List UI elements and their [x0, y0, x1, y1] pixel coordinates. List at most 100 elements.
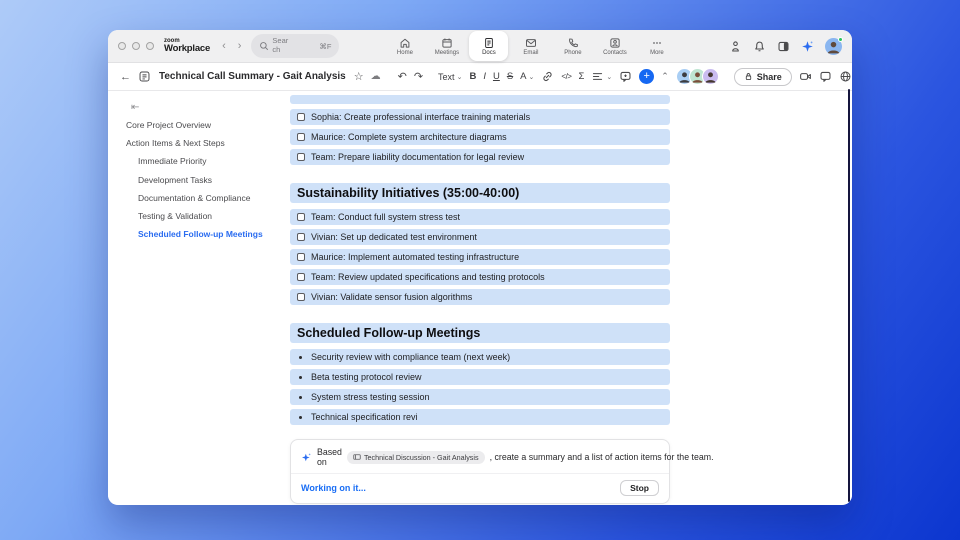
docs-home-icon[interactable] — [138, 70, 151, 83]
sidebar-item[interactable]: Testing & Validation — [126, 211, 288, 221]
italic-button[interactable]: I — [483, 71, 486, 82]
bullet-item[interactable]: System stress testing session — [290, 389, 670, 405]
content-area: ⇤ Core Project Overview Action Items & Ne… — [108, 89, 852, 504]
underline-button[interactable]: U — [493, 71, 500, 82]
notifications-icon[interactable] — [753, 40, 766, 53]
outline-list: Core Project Overview Action Items & Next… — [126, 120, 288, 239]
sidebar-item[interactable]: Immediate Priority — [126, 156, 288, 166]
tab-email[interactable]: Email — [511, 31, 550, 61]
align-menu[interactable]: ⌄ — [591, 70, 612, 83]
stop-button[interactable]: Stop — [620, 480, 659, 496]
undo-icon[interactable]: ↶ — [398, 70, 407, 83]
topbar: zoom Workplace ‹ › Search ⌘F Home Meeting… — [108, 30, 852, 63]
user-avatar[interactable] — [825, 36, 843, 55]
zoom-workplace-logo: zoom Workplace — [164, 38, 211, 55]
chat-icon[interactable] — [819, 70, 832, 83]
bullet-item[interactable]: Technical specification revi — [290, 409, 670, 425]
sidebar-item[interactable]: Documentation & Compliance — [126, 193, 288, 203]
video-icon[interactable] — [799, 70, 812, 83]
tab-home[interactable]: Home — [385, 31, 424, 61]
checklist-item[interactable]: Vivian: Validate sensor fusion algorithm… — [290, 289, 670, 305]
maximize-button[interactable] — [146, 42, 154, 50]
tab-contacts[interactable]: Contacts — [595, 31, 634, 61]
sidebar-item[interactable]: Core Project Overview — [126, 120, 288, 130]
checklist-item[interactable]: Maurice: Complete system architecture di… — [290, 129, 670, 145]
checkbox[interactable] — [297, 293, 305, 301]
checklist-item[interactable]: Maurice: Implement automated testing inf… — [290, 249, 670, 265]
favorite-star-icon[interactable]: ☆ — [354, 70, 364, 83]
checklist-item[interactable]: Team: Prepare liability documentation fo… — [290, 149, 670, 165]
collaborator-avatar[interactable] — [701, 68, 719, 85]
nav-back-button[interactable]: ‹ — [222, 40, 226, 52]
search-placeholder: Search — [272, 36, 289, 54]
share-button[interactable]: Share — [733, 67, 792, 86]
insert-plus-button[interactable]: + — [639, 69, 655, 84]
row-text: Beta testing protocol review — [311, 372, 422, 382]
tab-more[interactable]: More — [637, 31, 676, 61]
collapse-outline-icon[interactable]: ⇤ — [131, 102, 139, 113]
row-text: Maurice: Implement automated testing inf… — [311, 252, 520, 262]
cloud-sync-icon: ☁ — [370, 71, 381, 82]
row-text: Team: Review updated specifications and … — [311, 272, 545, 282]
ai-companion-panel: Based on Technical Discussion - Gait Ana… — [290, 439, 714, 504]
checkbox[interactable] — [297, 213, 305, 221]
source-doc-chip[interactable]: Technical Discussion - Gait Analysis — [346, 450, 485, 464]
tab-phone[interactable]: Phone — [553, 31, 592, 61]
checkbox[interactable] — [297, 113, 305, 121]
text-color-menu[interactable]: A ⌄ — [520, 71, 534, 82]
checklist-item[interactable]: Sophia: Create professional interface tr… — [290, 109, 670, 125]
row-text: System stress testing session — [311, 392, 430, 402]
row-text: Sophia: Create professional interface tr… — [311, 112, 531, 122]
checklist-item[interactable]: Vivian: Set up dedicated test environmen… — [290, 229, 670, 245]
checklist-item[interactable]: Team: Conduct full system stress test — [290, 209, 670, 225]
app-window: zoom Workplace ‹ › Search ⌘F Home Meeting… — [108, 30, 852, 505]
more-icon — [651, 37, 663, 49]
ai-companion-icon[interactable] — [801, 40, 814, 53]
profile-icon[interactable] — [729, 40, 742, 53]
contacts-icon — [609, 37, 621, 49]
sidebar-item[interactable]: Action Items & Next Steps — [126, 138, 288, 148]
bullet-item[interactable]: Security review with compliance team (ne… — [290, 349, 670, 365]
tab-docs[interactable]: Docs — [469, 31, 509, 61]
link-icon[interactable] — [541, 70, 554, 83]
formula-button[interactable]: Σ — [578, 71, 584, 82]
checkbox[interactable] — [297, 273, 305, 281]
ai-status-text: Working on it... — [301, 483, 366, 493]
redo-icon[interactable]: ↷ — [414, 70, 423, 83]
strikethrough-button[interactable]: S — [507, 71, 513, 82]
bullet-dot — [299, 395, 302, 399]
comment-icon[interactable] — [619, 70, 632, 83]
side-panel-icon[interactable] — [777, 40, 790, 53]
ai-prompt-suffix: , create a summary and a list of action … — [489, 452, 714, 462]
sidebar-item[interactable]: Development Tasks — [126, 175, 288, 185]
sidebar-item[interactable]: Scheduled Follow-up Meetings — [126, 229, 288, 239]
back-icon[interactable]: ← — [120, 71, 131, 83]
close-button[interactable] — [118, 42, 126, 50]
doc-editor[interactable]: Sophia: Create professional interface tr… — [288, 91, 852, 504]
window-controls — [118, 42, 154, 50]
checkbox[interactable] — [297, 253, 305, 261]
collapse-toolbar-icon[interactable]: ⌃ — [661, 71, 669, 82]
globe-icon[interactable] — [839, 70, 852, 83]
minimize-button[interactable] — [132, 42, 140, 50]
outline-sidebar: ⇤ Core Project Overview Action Items & Ne… — [108, 91, 288, 504]
section-heading: Scheduled Follow-up Meetings — [290, 323, 670, 343]
bold-button[interactable]: B — [469, 71, 476, 82]
checkbox[interactable] — [297, 233, 305, 241]
row-text: Team: Prepare liability documentation fo… — [311, 152, 525, 162]
code-button[interactable]: </> — [561, 72, 572, 81]
ai-prompt-prefix: Based on — [317, 447, 342, 467]
lock-icon — [745, 73, 751, 80]
doc-scrollbar[interactable] — [848, 89, 850, 502]
tab-meetings[interactable]: Meetings — [427, 31, 466, 61]
search-input[interactable]: Search ⌘F — [251, 34, 340, 58]
checkbox[interactable] — [297, 133, 305, 141]
bullet-item[interactable]: Beta testing protocol review — [290, 369, 670, 385]
checklist-item[interactable]: Team: Review updated specifications and … — [290, 269, 670, 285]
calendar-icon — [441, 37, 453, 49]
row-text: Vivian: Validate sensor fusion algorithm… — [311, 292, 473, 302]
clipped-row — [290, 95, 670, 104]
checkbox[interactable] — [297, 153, 305, 161]
nav-forward-button[interactable]: › — [238, 40, 242, 52]
text-style-menu[interactable]: Text ⌄ — [438, 72, 462, 82]
